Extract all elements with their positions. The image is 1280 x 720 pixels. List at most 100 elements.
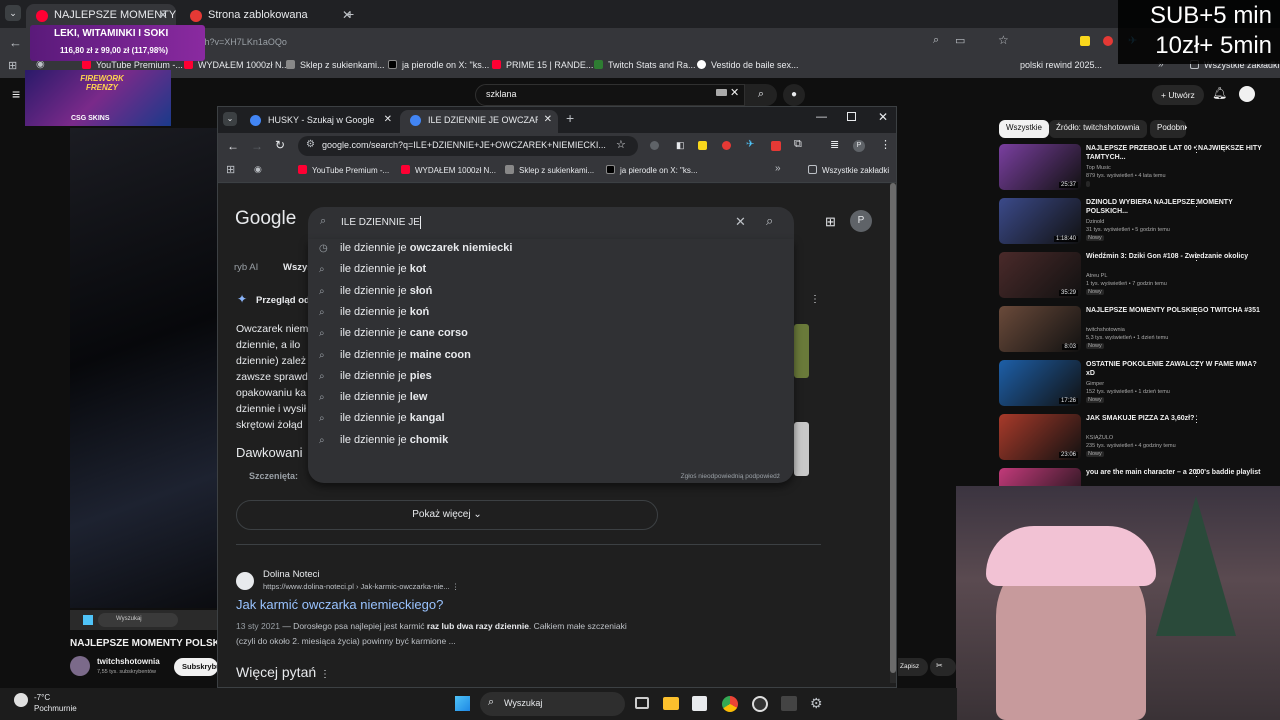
chevron-right-icon[interactable]: » [775,163,781,174]
maximize-icon[interactable] [847,112,856,121]
apps-icon[interactable]: ⊞ [226,163,235,176]
kebab-menu-icon[interactable]: ⋮ [1192,198,1201,209]
scroll-thumb[interactable] [890,183,896,673]
video-title[interactable]: Wiedźmin 3: Dziki Gon #108 - Zwiedzanie … [1086,252,1264,261]
suggestion-item[interactable]: ⌕ ile dziennie je słoń [308,282,794,303]
recommendation-item[interactable]: 8:03 NAJLEPSZE MOMENTY POLSKIEGO TWITCHA… [996,306,1280,358]
url-input[interactable]: ⚙ google.com/search?q=ILE+DZIENNIE+JE+OW… [298,136,638,156]
video-title[interactable]: OSTATNIE POKOLENIE ZAWALCZY W FAME MMA? … [1086,360,1264,378]
tab-ile-dziennie[interactable]: ILE DZIENNIE JE OWCZAREK NI... ✕ [400,110,558,133]
video-title[interactable]: NAJLEPSZE MOMENTY POLSKIEGO TWITCHA #351 [1086,306,1264,315]
search-tab-ai[interactable]: ryb AI [234,262,258,273]
video-thumbnail[interactable]: 25:37 [999,144,1081,190]
all-bookmarks[interactable]: Wszystkie zakładki [808,165,889,175]
bookmark-item[interactable]: PRIME 15 | RANDE... [492,60,593,70]
suggestion-item[interactable]: ⌕ ile dziennie je lew [308,388,794,409]
video-thumbnail[interactable]: 23:06 [999,414,1081,460]
video-player[interactable]: Wyszukaj [70,128,217,630]
extension-icon[interactable] [1080,36,1090,46]
close-icon[interactable]: ✕ [544,114,552,125]
account-avatar[interactable]: P [850,210,872,232]
weather-widget[interactable]: -7°C Pochmurnie [14,693,94,717]
bookmark-item[interactable]: Vestido de baile sex... [697,60,799,70]
mic-button[interactable]: ● [783,84,805,106]
settings-icon[interactable]: ⚙ [810,695,823,712]
suggestion-item[interactable]: ⌕ ile dziennie je pies [308,367,794,388]
channel-name[interactable]: twitchshotownia [97,657,160,666]
video-title[interactable]: you are the main character – a 2000's ba… [1086,468,1264,477]
video-title[interactable]: DZINOLD WYBIERA NAJLEPSZE MOMENTY POLSKI… [1086,198,1264,216]
kebab-menu-icon[interactable]: ⋮ [1192,414,1201,425]
kebab-menu-icon[interactable]: ⋮ [1192,252,1201,263]
clear-icon[interactable]: ✕ [730,86,739,99]
github-icon[interactable]: ◉ [254,164,262,175]
kebab-menu-icon[interactable]: ⋮ [1192,468,1201,479]
search-submit-icon[interactable]: ⌕ [766,213,773,229]
new-tab-button[interactable]: + [346,6,354,22]
clip-button[interactable]: ✂ [930,658,956,676]
bookmark-item[interactable]: polski rewind 2025... [1020,60,1102,70]
puzzle-icon[interactable]: ⧉ [794,138,802,151]
playlist-icon[interactable]: ≣ [830,138,839,151]
tab-husky[interactable]: HUSKY - Szukaj w Google ✕ [240,110,398,133]
suggestion-item[interactable]: ⌕ ile dziennie je cane corso [308,324,794,345]
suggestion-item[interactable]: ⌕ ile dziennie je kangal [308,409,794,430]
video-title[interactable]: NAJLEPSZE PRZEBOJE LAT 00 • NAJWIĘKSZE H… [1086,144,1264,162]
windows-start-icon[interactable] [455,696,470,711]
extension-icon[interactable] [722,141,731,150]
kebab-menu-icon[interactable]: ⋮ [1192,306,1201,317]
kebab-menu-icon[interactable]: ⋮ [320,669,330,680]
bookmark-item[interactable]: YouTube Premium -... [298,165,389,175]
save-button[interactable]: Zapisz [898,658,928,676]
channel-avatar[interactable] [70,656,90,676]
google-search-input[interactable]: ⌕ ILE DZIENNIE JE ✕ ⌕ [308,207,794,239]
tab-list-button[interactable]: ⌄ [5,5,21,21]
recommendation-item[interactable]: 17:26 OSTATNIE POKOLENIE ZAWALCZY W FAME… [996,360,1280,412]
chip-similar[interactable]: Podobne [1150,120,1186,138]
forward-icon[interactable]: → [251,139,263,153]
close-icon[interactable]: ✕ [384,114,392,125]
video-thumbnail[interactable]: 1:18:40 [999,198,1081,244]
extension-icon[interactable] [698,141,707,150]
subscribe-button[interactable]: Subskrybuj [174,658,218,676]
bell-icon[interactable]: 🔔︎ [1212,86,1227,100]
youtube-search-input[interactable]: szklana [475,84,745,106]
tab-list-button[interactable]: ⌄ [223,112,237,126]
taskbar-search-box[interactable]: ⌕ Wyszukaj [480,692,625,716]
star-icon[interactable]: ☆ [616,138,626,151]
chevron-right-icon[interactable]: › [1184,122,1187,133]
bookmark-item[interactable]: Sklep z sukienkami... [286,60,385,70]
extension-icon[interactable] [1103,36,1113,46]
chip-source[interactable]: Źródło: twitchshotownia [1049,120,1147,138]
kebab-menu-icon[interactable]: ⋮ [1192,360,1201,371]
suggestion-item[interactable]: ⌕ ile dziennie je chomik [308,431,794,452]
recommendation-item[interactable]: 23:06 JAK SMAKUJE PIZZA ZA 3,60zł? KSIĄŻ… [996,414,1280,466]
google-logo[interactable]: Google [235,208,296,230]
suggestion-item[interactable]: ◷ ile dziennie je owczarek niemiecki [308,239,794,260]
file-explorer-icon[interactable] [663,697,679,710]
video-thumbnail[interactable]: 17:26 [999,360,1081,406]
tab-blocked[interactable]: Strona zablokowana ✕ [180,4,360,28]
recommendation-item[interactable]: 25:37 NAJLEPSZE PRZEBOJE LAT 00 • NAJWIĘ… [996,144,1280,196]
back-icon[interactable]: ← [227,139,239,153]
menu-icon[interactable]: ≡ [12,86,20,102]
video-thumbnail[interactable]: 8:03 [999,306,1081,352]
keyboard-icon[interactable] [716,89,727,96]
extension-icon[interactable] [771,141,781,151]
kebab-menu-icon[interactable]: ⋮ [452,582,460,591]
task-view-icon[interactable] [635,697,649,709]
chrome-icon[interactable] [722,696,738,712]
bookmark-item[interactable]: ja pierodle on X: "ks... [606,165,698,175]
clear-icon[interactable]: ✕ [735,214,746,230]
reload-icon[interactable]: ↻ [275,138,285,152]
new-tab-button[interactable]: + [566,110,574,126]
video-title[interactable]: JAK SMAKUJE PIZZA ZA 3,60zł? [1086,414,1264,423]
bookmark-item[interactable]: WYDAŁEM 1000zł N... [184,60,289,70]
apps-grid-icon[interactable]: ⊞ [825,214,836,230]
store-icon[interactable] [692,696,707,711]
extension-icon[interactable]: ◧ [676,140,685,151]
site-info-icon[interactable]: ⚙ [306,139,315,150]
report-suggestion-link[interactable]: Zgłoś nieodpowiednią podpowiedź [681,473,780,480]
close-icon[interactable]: ✕ [158,8,168,22]
obs-icon[interactable] [752,696,768,712]
